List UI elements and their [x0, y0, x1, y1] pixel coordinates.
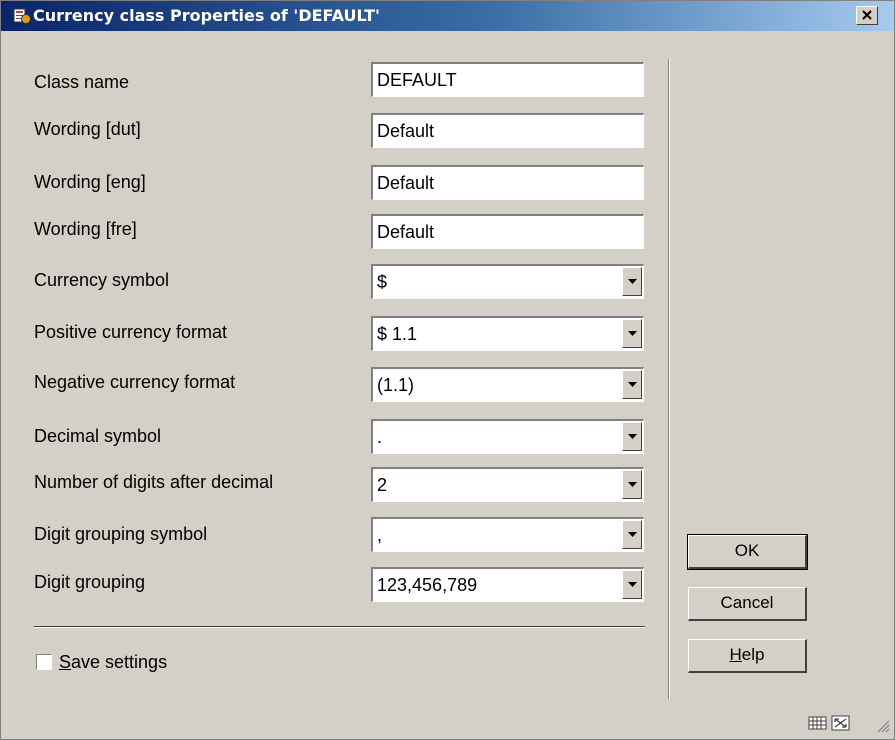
decimal-symbol-dropdown[interactable]: . — [371, 419, 644, 454]
wording-fre-input[interactable]: Default — [371, 214, 644, 249]
dropdown-button[interactable] — [622, 422, 642, 451]
wording-dut-label: Wording [dut] — [34, 119, 141, 139]
wording-dut-input[interactable]: Default — [371, 113, 644, 148]
negative-currency-format-value: (1.1) — [377, 375, 415, 395]
negative-currency-format-dropdown[interactable]: (1.1) — [371, 367, 644, 402]
class-name-input[interactable]: DEFAULT — [371, 62, 644, 97]
chevron-down-icon — [628, 434, 637, 439]
properties-dialog: Currency class Properties of 'DEFAULT' C… — [0, 0, 895, 740]
digits-after-decimal-label: Number of digits after decimal — [34, 472, 274, 492]
close-button[interactable] — [856, 6, 878, 25]
chevron-down-icon — [628, 331, 637, 336]
dropdown-button[interactable] — [622, 267, 642, 296]
wording-dut-value: Default — [377, 121, 435, 141]
digits-after-decimal-value: 2 — [377, 475, 388, 495]
digit-grouping-dropdown[interactable]: 123,456,789 — [371, 567, 644, 602]
chevron-down-icon — [628, 482, 637, 487]
save-settings-label[interactable]: Save settings — [59, 652, 167, 673]
wording-eng-input[interactable]: Default — [371, 165, 644, 200]
save-settings-checkbox[interactable] — [36, 654, 52, 670]
cancel-button[interactable]: Cancel — [688, 587, 807, 621]
positive-currency-format-value: $ 1.1 — [377, 324, 418, 344]
chevron-down-icon — [628, 532, 637, 537]
title-bar[interactable]: Currency class Properties of 'DEFAULT' — [1, 1, 894, 31]
dropdown-button[interactable] — [622, 520, 642, 549]
wording-eng-value: Default — [377, 173, 435, 193]
currency-symbol-label: Currency symbol — [34, 270, 170, 290]
digit-grouping-label: Digit grouping — [34, 572, 146, 592]
currency-symbol-dropdown[interactable]: $ — [371, 264, 644, 299]
negative-currency-format-label: Negative currency format — [34, 372, 236, 392]
currency-symbol-value: $ — [377, 272, 388, 292]
vertical-divider — [668, 59, 670, 699]
digits-after-decimal-dropdown[interactable]: 2 — [371, 467, 644, 502]
digit-grouping-symbol-value: , — [377, 525, 383, 545]
app-icon — [13, 8, 31, 24]
help-button[interactable]: Help — [688, 639, 807, 673]
ok-button[interactable]: OK — [687, 534, 808, 570]
decimal-symbol-value: . — [377, 427, 383, 447]
digit-grouping-symbol-dropdown[interactable]: , — [371, 517, 644, 552]
digit-grouping-value: 123,456,789 — [377, 575, 478, 595]
close-icon — [862, 10, 872, 20]
dropdown-button[interactable] — [622, 470, 642, 499]
chevron-down-icon — [628, 582, 637, 587]
chevron-down-icon — [628, 279, 637, 284]
wording-fre-label: Wording [fre] — [34, 219, 137, 239]
positive-currency-format-label: Positive currency format — [34, 322, 228, 342]
dropdown-button[interactable] — [622, 570, 642, 599]
horizontal-divider — [34, 626, 645, 628]
chevron-down-icon — [628, 382, 637, 387]
wording-fre-value: Default — [377, 222, 435, 242]
dropdown-button[interactable] — [622, 319, 642, 348]
digit-grouping-symbol-label: Digit grouping symbol — [34, 524, 208, 544]
dropdown-button[interactable] — [622, 370, 642, 399]
decimal-symbol-label: Decimal symbol — [34, 426, 162, 446]
wording-eng-label: Wording [eng] — [34, 172, 146, 192]
class-name-label: Class name — [34, 72, 130, 92]
resize-icon[interactable] — [831, 715, 851, 731]
class-name-value: DEFAULT — [377, 70, 457, 90]
window-title: Currency class Properties of 'DEFAULT' — [33, 6, 380, 25]
resize-grip-icon[interactable] — [876, 719, 890, 733]
positive-currency-format-dropdown[interactable]: $ 1.1 — [371, 316, 644, 351]
grid-icon[interactable] — [808, 715, 828, 731]
